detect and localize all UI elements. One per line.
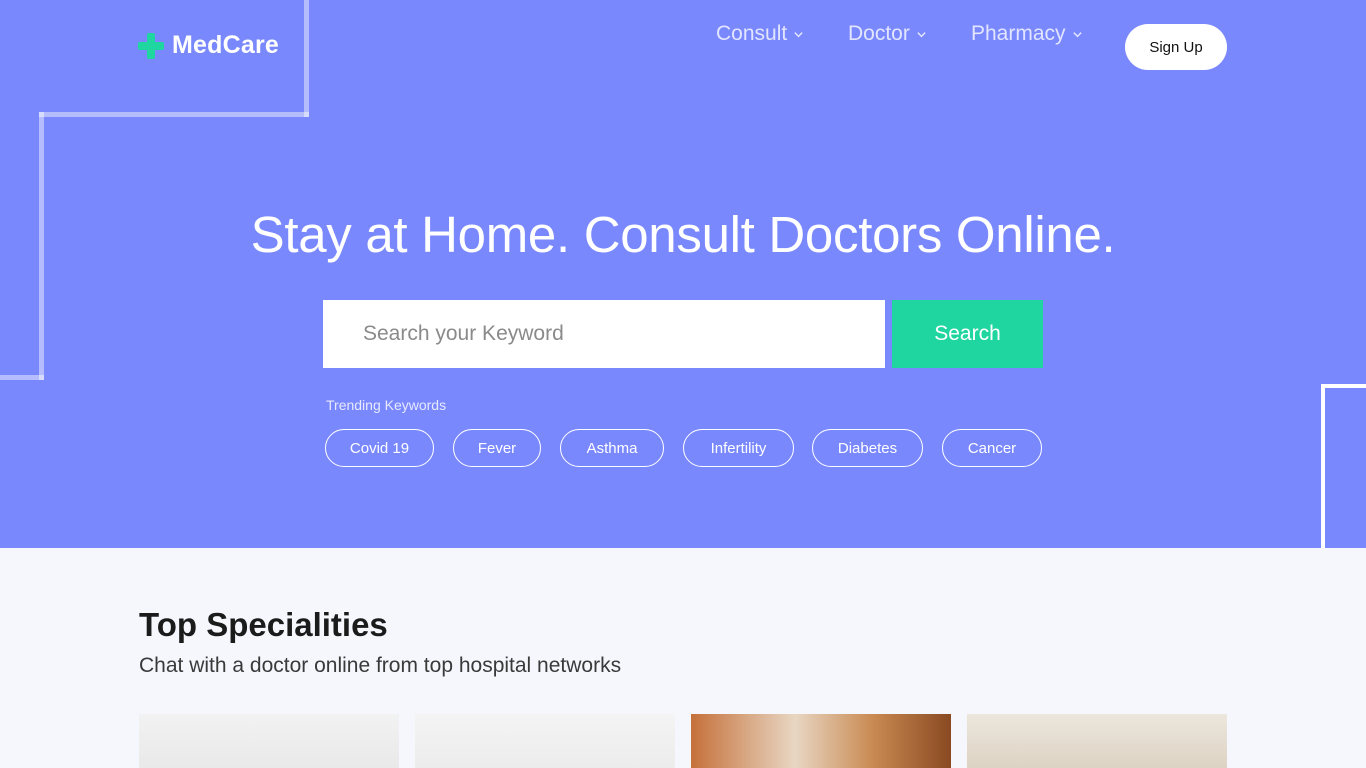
nav-item-label: Pharmacy bbox=[971, 22, 1066, 45]
speciality-card-image[interactable] bbox=[691, 714, 951, 768]
chevron-down-icon bbox=[917, 31, 926, 37]
trending-keywords-list: Covid 19 Fever Asthma Infertility Diabet… bbox=[325, 429, 1042, 467]
keyword-chip[interactable]: Asthma bbox=[560, 429, 664, 467]
search-button[interactable]: Search bbox=[892, 300, 1043, 368]
search-input[interactable] bbox=[323, 300, 885, 368]
decorative-line bbox=[0, 375, 44, 380]
plus-icon bbox=[138, 32, 164, 59]
keyword-chip[interactable]: Cancer bbox=[942, 429, 1042, 467]
sign-up-button[interactable]: Sign Up bbox=[1125, 24, 1227, 70]
decorative-line bbox=[39, 112, 309, 117]
speciality-card-image[interactable] bbox=[139, 714, 399, 768]
keyword-chip[interactable]: Covid 19 bbox=[325, 429, 434, 467]
decorative-line bbox=[304, 0, 309, 117]
speciality-card-image[interactable] bbox=[967, 714, 1227, 768]
nav-item-doctor[interactable]: Doctor bbox=[848, 22, 927, 46]
chevron-down-icon bbox=[1072, 31, 1082, 37]
keyword-chip[interactable]: Infertility bbox=[683, 429, 794, 467]
speciality-card-image[interactable] bbox=[415, 714, 675, 768]
nav-item-consult[interactable]: Consult bbox=[716, 22, 804, 46]
nav-item-label: Doctor bbox=[848, 22, 910, 45]
decorative-line bbox=[1321, 384, 1366, 388]
section-subtitle: Chat with a doctor online from top hospi… bbox=[139, 654, 622, 677]
hero-headline: Stay at Home. Consult Doctors Online. bbox=[250, 206, 1116, 263]
nav-item-label: Consult bbox=[716, 22, 788, 45]
trending-keywords-label: Trending Keywords bbox=[326, 397, 447, 413]
chevron-down-icon bbox=[794, 31, 803, 37]
nav-item-pharmacy[interactable]: Pharmacy bbox=[971, 22, 1083, 46]
logo[interactable]: MedCare bbox=[138, 31, 279, 60]
hero-section: MedCare Consult Doctor Pharmacy Sign Up … bbox=[0, 0, 1366, 548]
logo-text: MedCare bbox=[172, 31, 279, 59]
keyword-chip[interactable]: Diabetes bbox=[812, 429, 923, 467]
decorative-line bbox=[1321, 384, 1325, 548]
section-title: Top Specialities bbox=[139, 606, 388, 643]
keyword-chip[interactable]: Fever bbox=[453, 429, 541, 467]
